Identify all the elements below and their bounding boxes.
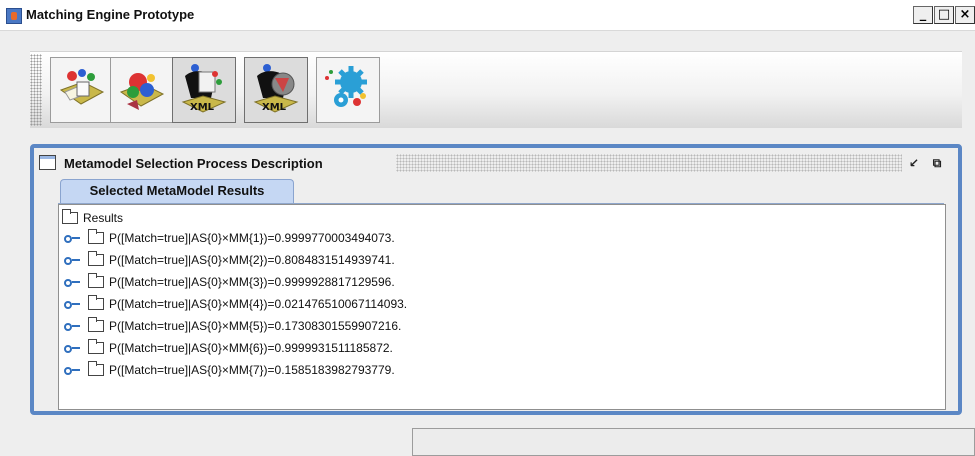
- settings-gear-icon: [325, 66, 367, 107]
- load-xml-metamodel-button[interactable]: XML: [244, 57, 308, 123]
- tree-item[interactable]: P([Match=true]|AS{0}×MM{5})=0.1730830155…: [64, 315, 401, 337]
- folder-icon: [88, 295, 104, 310]
- tree-item[interactable]: P([Match=true]|AS{0}×MM{1})=0.9999770003…: [64, 227, 395, 249]
- tree-item-label: P([Match=true]|AS{0}×MM{1})=0.9999770003…: [109, 231, 395, 245]
- tree-item-label: P([Match=true]|AS{0}×MM{6})=0.9999931511…: [109, 341, 393, 355]
- internal-frame-title: Metamodel Selection Process Description: [64, 156, 323, 171]
- tree-root-label: Results: [83, 211, 124, 225]
- expand-handle-icon[interactable]: [64, 276, 80, 288]
- tree-item[interactable]: P([Match=true]|AS{0}×MM{3})=0.9999928817…: [64, 271, 395, 293]
- folder-icon: [88, 273, 104, 288]
- folder-icon: [88, 251, 104, 266]
- internal-frame: Metamodel Selection Process Description …: [30, 144, 962, 415]
- title-bar-texture: [396, 154, 902, 172]
- tab-selected-metamodel-results[interactable]: Selected MetaModel Results: [60, 179, 294, 203]
- window-icon: [39, 155, 56, 170]
- folder-icon: [88, 229, 104, 244]
- load-model-button[interactable]: [50, 57, 114, 123]
- settings-button[interactable]: [316, 57, 380, 123]
- tree-item[interactable]: P([Match=true]|AS{0}×MM{7})=0.1585183982…: [64, 359, 395, 381]
- expand-handle-icon[interactable]: [64, 342, 80, 354]
- expand-handle-icon[interactable]: [64, 298, 80, 310]
- expand-handle-icon[interactable]: [64, 320, 80, 332]
- restore-frame-icon[interactable]: ⧉: [929, 155, 945, 171]
- load-xml-model-icon: XML: [181, 64, 227, 113]
- svg-text:XML: XML: [262, 102, 287, 113]
- folder-icon: [62, 209, 78, 224]
- load-metamodel-icon: [119, 73, 165, 110]
- load-metamodel-button[interactable]: [110, 57, 174, 123]
- expand-handle-icon[interactable]: [64, 364, 80, 376]
- expand-handle-icon[interactable]: [64, 254, 80, 266]
- folder-icon: [88, 361, 104, 376]
- folder-icon: [88, 339, 104, 354]
- window-title-bar[interactable]: Matching Engine Prototype _ □ ×: [0, 0, 975, 31]
- load-xml-metamodel-icon: XML: [253, 64, 299, 113]
- window-controls: _ □ ×: [912, 6, 975, 24]
- tree-root-results[interactable]: Results: [62, 209, 123, 227]
- tree-item[interactable]: P([Match=true]|AS{0}×MM{4})=0.0214765100…: [64, 293, 407, 315]
- tree-item-label: P([Match=true]|AS{0}×MM{3})=0.9999928817…: [109, 275, 395, 289]
- minimize-button[interactable]: _: [913, 6, 933, 24]
- internal-frame-title-bar[interactable]: Metamodel Selection Process Description …: [34, 148, 958, 179]
- minimize-frame-icon[interactable]: ↙: [906, 155, 922, 171]
- results-tab-bar: Selected MetaModel Results: [58, 179, 944, 204]
- window-title: Matching Engine Prototype: [26, 7, 195, 22]
- close-button[interactable]: ×: [955, 6, 975, 24]
- tree-item[interactable]: P([Match=true]|AS{0}×MM{6})=0.9999931511…: [64, 337, 393, 359]
- load-model-icon: [59, 69, 105, 105]
- load-xml-model-button[interactable]: XML: [172, 57, 236, 123]
- toolbar-grip-handle[interactable]: [30, 54, 42, 126]
- status-bar-field: [412, 428, 975, 456]
- java-app-icon: [6, 8, 22, 24]
- tree-item-label: P([Match=true]|AS{0}×MM{2})=0.8084831514…: [109, 253, 395, 267]
- results-tree[interactable]: Results P([Match=true]|AS{0}×MM{1})=0.99…: [58, 204, 946, 410]
- folder-icon: [88, 317, 104, 332]
- maximize-button[interactable]: □: [934, 6, 954, 24]
- tree-item-label: P([Match=true]|AS{0}×MM{7})=0.1585183982…: [109, 363, 395, 377]
- expand-handle-icon[interactable]: [64, 232, 80, 244]
- window-client-area: XML XML Metamodel Selection Process Desc…: [0, 31, 975, 456]
- tree-item-label: P([Match=true]|AS{0}×MM{4})=0.0214765100…: [109, 297, 408, 311]
- tree-item[interactable]: P([Match=true]|AS{0}×MM{2})=0.8084831514…: [64, 249, 395, 271]
- svg-text:XML: XML: [190, 102, 215, 113]
- tree-item-label: P([Match=true]|AS{0}×MM{5})=0.1730830155…: [109, 319, 402, 333]
- main-toolbar: XML XML: [30, 51, 962, 128]
